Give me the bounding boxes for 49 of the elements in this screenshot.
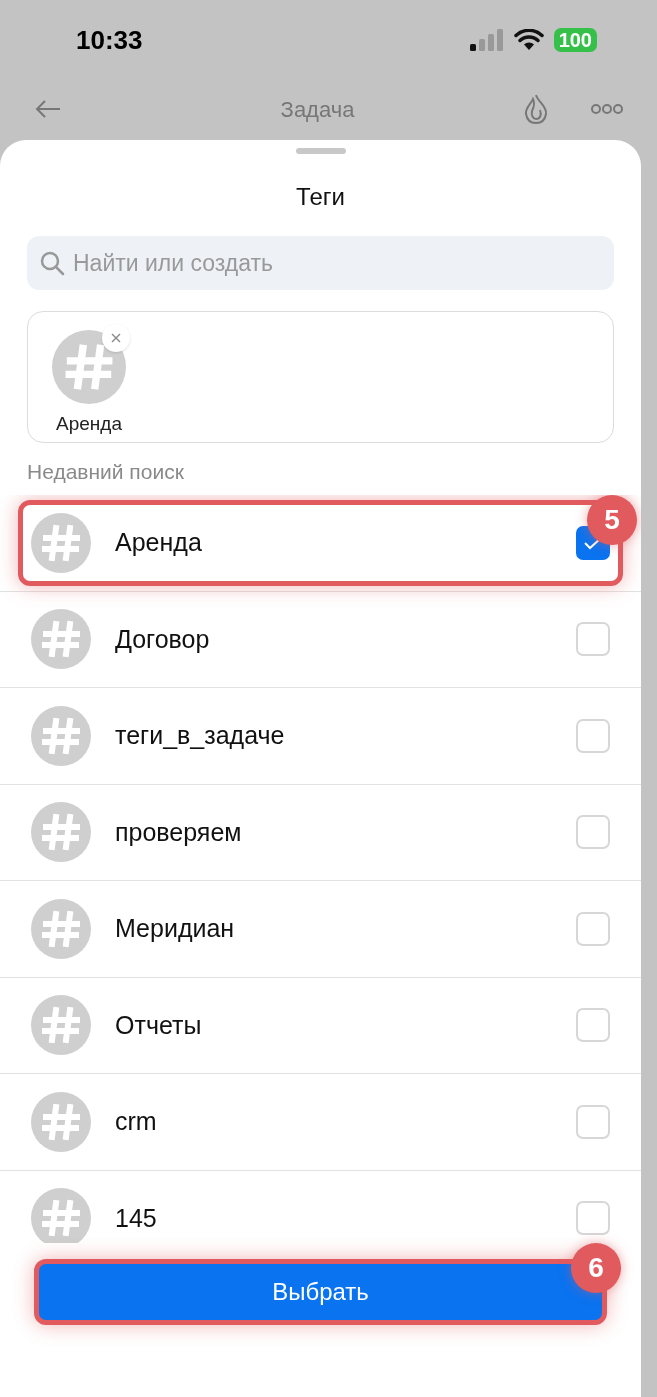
tag-label: Договор <box>115 623 211 655</box>
tag-checkbox[interactable] <box>576 911 610 946</box>
section-label: Недавний поиск <box>27 459 185 485</box>
tag-row[interactable]: проверяем <box>18 789 623 876</box>
tag-row[interactable]: Меридиан <box>18 885 623 972</box>
tag-label: crm <box>115 1106 158 1137</box>
hashtag-icon <box>31 898 91 959</box>
back-arrow-icon[interactable] <box>34 99 62 119</box>
search-field[interactable]: Найти или создать <box>27 236 614 290</box>
drag-handle[interactable] <box>295 148 346 154</box>
close-icon <box>111 333 121 343</box>
callout-badge: 5 <box>587 495 637 545</box>
hashtag-icon <box>31 609 91 670</box>
signal-icon <box>469 29 504 51</box>
tag-checkbox[interactable] <box>576 622 610 657</box>
header-title: Задача <box>280 95 355 124</box>
hashtag-icon <box>52 330 126 404</box>
tag-row[interactable]: Отчеты <box>18 982 623 1069</box>
more-icon[interactable] <box>591 103 623 115</box>
hashtag-icon <box>31 512 91 573</box>
tag-label: теги_в_задаче <box>115 720 286 751</box>
callout-badge: 6 <box>571 1243 621 1293</box>
tag-row[interactable]: crm <box>18 1078 623 1165</box>
hashtag-icon <box>31 802 91 863</box>
tag-label: Отчеты <box>115 1009 203 1041</box>
hashtag-icon <box>31 995 91 1056</box>
tag-checkbox[interactable] <box>576 1104 610 1139</box>
tag-label: Аренда <box>115 527 203 558</box>
tag-row[interactable]: 145 <box>18 1175 623 1243</box>
tag-checkbox[interactable] <box>576 815 610 850</box>
hashtag-icon <box>31 1091 91 1152</box>
wifi-icon <box>513 29 544 51</box>
search-icon <box>39 250 65 276</box>
flame-icon[interactable] <box>523 93 549 125</box>
tag-checkbox[interactable] <box>576 1008 610 1043</box>
tag-checkbox[interactable] <box>576 1201 610 1236</box>
tag-row[interactable]: Договор <box>18 596 623 683</box>
remove-tag-button[interactable] <box>102 324 130 352</box>
tag-row[interactable]: теги_в_задаче <box>18 692 623 779</box>
sheet-title: Теги <box>296 182 345 212</box>
hashtag-icon <box>31 1188 91 1243</box>
hashtag-icon <box>31 705 91 766</box>
tag-checkbox[interactable] <box>576 718 610 753</box>
tag-label: Меридиан <box>115 913 236 944</box>
battery-level: 100 <box>553 28 597 52</box>
status-time: 10:33 <box>76 23 143 57</box>
tag-label: проверяем <box>115 816 243 848</box>
selected-tag-label: Аренда <box>56 412 122 436</box>
tag-label: 145 <box>115 1202 158 1234</box>
